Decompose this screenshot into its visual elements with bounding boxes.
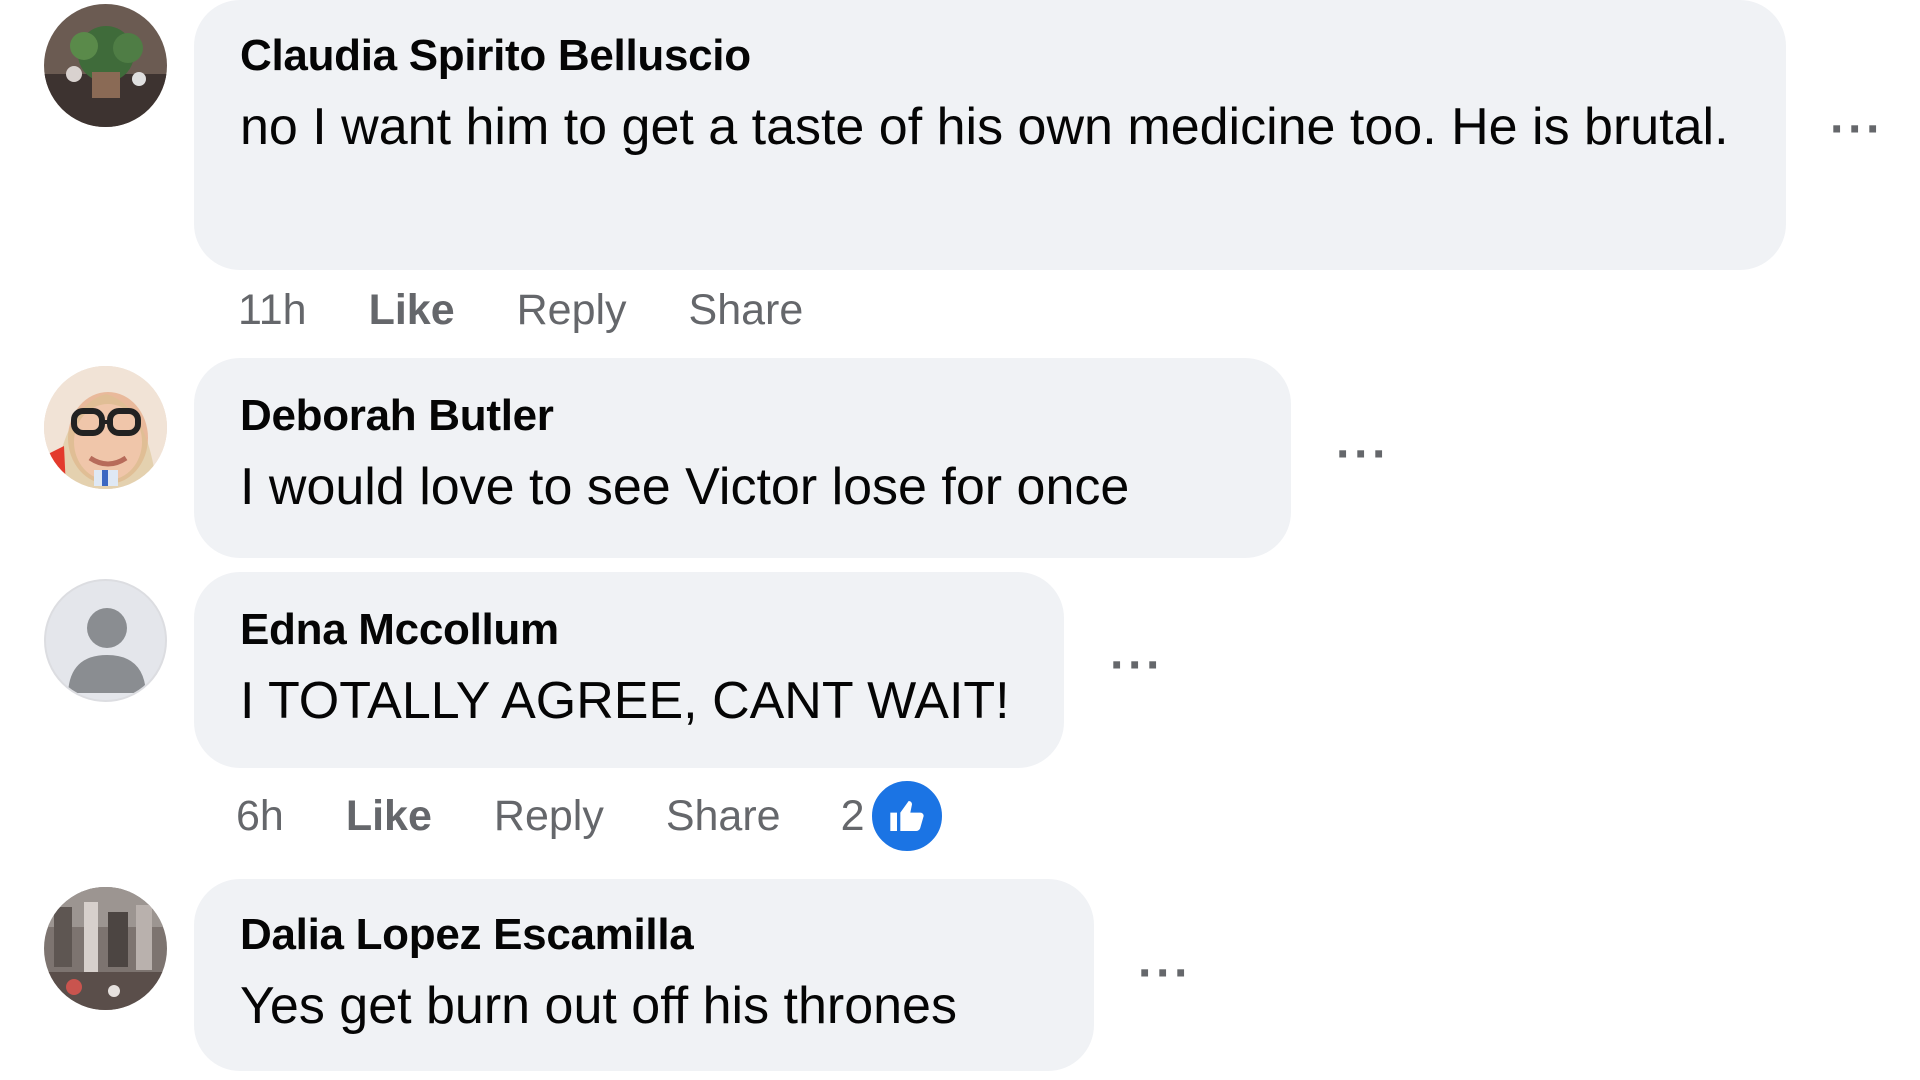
comment-actions: 11h Like Reply Share [238,280,865,340]
comment-text: I TOTALLY AGREE, CANT WAIT! [240,672,1010,730]
comment-author[interactable]: Claudia Spirito Belluscio [240,28,1740,84]
reply-button[interactable]: Reply [494,792,604,841]
comment-bubble: Dalia Lopez Escamilla Yes get burn out o… [194,879,1094,1071]
comment-author[interactable]: Edna Mccollum [240,602,1018,658]
avatar[interactable] [44,4,167,127]
comment-text: no I want him to get a taste of his own … [240,98,1729,156]
comment-bubble: Edna Mccollum I TOTALLY AGREE, CANT WAIT… [194,572,1064,768]
more-options-icon[interactable]: ··· [1336,431,1390,479]
comment-author[interactable]: Deborah Butler [240,388,1245,444]
comment-bubble: Claudia Spirito Belluscio no I want him … [194,0,1786,270]
reaction-summary[interactable]: 2 [841,778,1007,854]
comment-text: Yes get burn out off his thrones [240,977,957,1035]
more-options-icon[interactable]: ··· [1138,950,1192,998]
reply-button[interactable]: Reply [517,286,627,335]
comment-text: I would love to see Victor lose for once [240,458,1130,516]
avatar[interactable] [44,366,167,489]
share-button[interactable]: Share [689,286,804,335]
comment-bubble: Deborah Butler I would love to see Victo… [194,358,1291,558]
reaction-count: 2 [840,791,865,840]
more-options-icon[interactable]: ··· [1830,106,1884,154]
like-button[interactable]: Like [369,286,455,335]
avatar[interactable] [44,887,167,1010]
comment-author[interactable]: Dalia Lopez Escamilla [240,907,1048,963]
avatar[interactable] [44,579,167,702]
comment-actions: 6h Like Reply Share 2 [236,778,1007,854]
comment-timestamp[interactable]: 6h [236,792,284,841]
like-button[interactable]: Like [346,792,432,841]
share-button[interactable]: Share [666,792,781,841]
comment-timestamp[interactable]: 11h [238,286,307,335]
thumbs-up-icon [868,778,945,854]
more-options-icon[interactable]: ··· [1110,642,1164,690]
